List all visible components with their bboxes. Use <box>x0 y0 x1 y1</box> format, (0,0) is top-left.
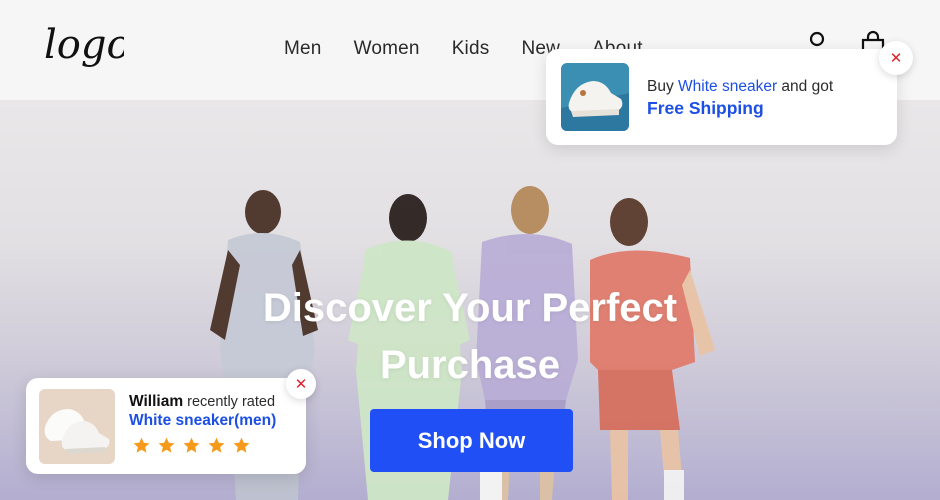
star-icon <box>158 437 175 453</box>
promo-prefix: Buy <box>647 78 674 95</box>
promo-message: Buy White sneaker and got <box>647 78 833 96</box>
rating-action: recently rated <box>187 394 276 410</box>
hero-title: Discover Your Perfect Purchase <box>0 280 940 394</box>
close-icon[interactable]: ✕ <box>879 41 913 75</box>
promo-suffix: and got <box>781 78 834 95</box>
sneaker-thumbnail[interactable] <box>561 63 629 131</box>
nav-men[interactable]: Men <box>284 38 322 60</box>
shop-now-button[interactable]: Shop Now <box>370 409 573 472</box>
star-icon <box>233 437 250 453</box>
promo-product-link[interactable]: White sneaker <box>678 78 777 95</box>
star-icon <box>208 437 225 453</box>
svg-text:logo: logo <box>44 22 124 68</box>
nav-kids[interactable]: Kids <box>452 38 490 60</box>
sneaker-thumbnail[interactable] <box>39 389 115 464</box>
close-icon[interactable]: ✕ <box>286 369 316 399</box>
rating-message: William recently rated <box>129 393 275 411</box>
logo[interactable]: logo <box>44 16 124 82</box>
star-icon <box>183 437 200 453</box>
star-rating <box>132 436 251 455</box>
star-icon <box>133 437 150 453</box>
nav-women[interactable]: Women <box>354 38 420 60</box>
promo-toast: Buy White sneaker and got Free Shipping … <box>546 41 913 145</box>
rating-toast: William recently rated White sneaker(men… <box>26 369 316 474</box>
hero-title-line-1: Discover Your Perfect <box>262 286 678 330</box>
rater-name: William <box>129 393 184 410</box>
rated-product-link[interactable]: White sneaker(men) <box>129 412 276 430</box>
promo-offer: Free Shipping <box>647 98 764 118</box>
